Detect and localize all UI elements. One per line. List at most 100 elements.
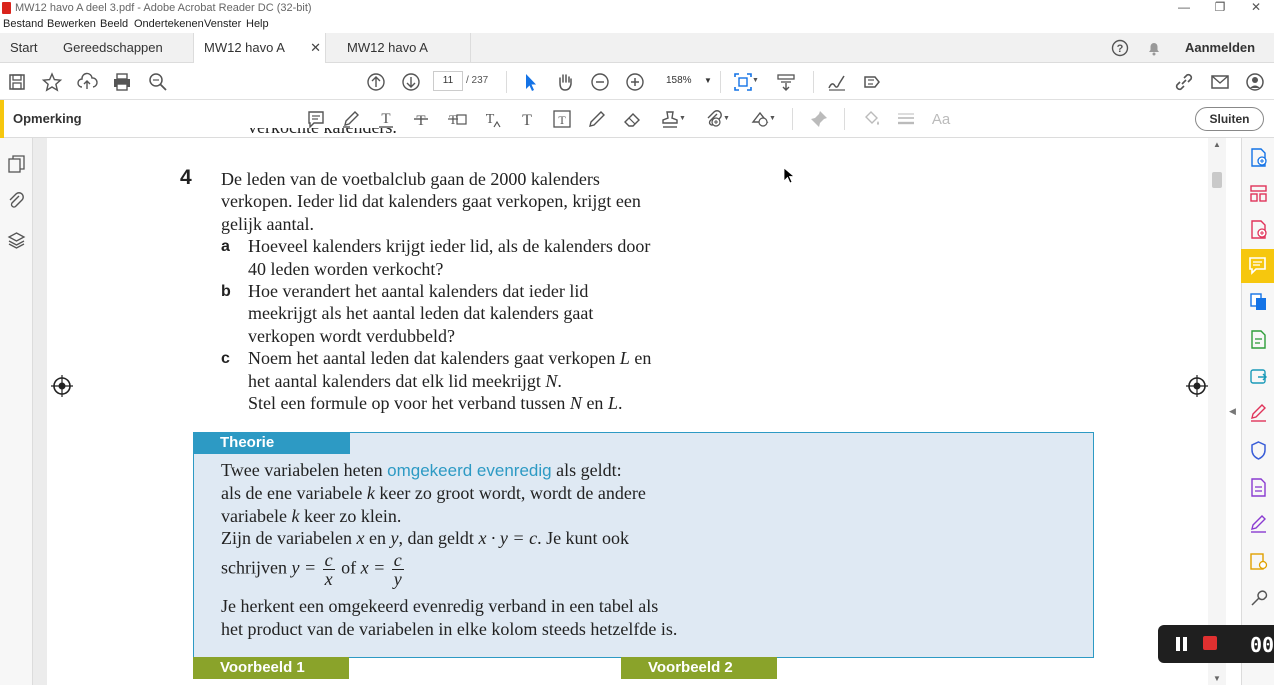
page-thumbnails-icon[interactable] [6,154,27,175]
email-icon[interactable] [1209,71,1231,93]
menu-bestand[interactable]: Bestand [3,18,43,30]
question-line: gelijk aantal. [221,214,314,234]
pause-icon[interactable] [1176,637,1188,651]
stop-icon[interactable] [1203,636,1217,650]
signature-icon[interactable] [1248,514,1269,535]
text-box-icon[interactable]: T [551,108,573,130]
close-tab-icon[interactable]: ✕ [310,33,321,63]
font-icon[interactable]: Aa [930,108,952,130]
hand-icon[interactable] [554,71,576,93]
upload-icon[interactable] [76,71,98,93]
stamp-icon[interactable] [659,108,681,130]
scroll-thumb[interactable] [1212,172,1222,188]
subquestion-letter-b: b [221,283,231,300]
comment-accent-bar [0,100,4,138]
save-icon[interactable] [6,71,28,93]
star-icon[interactable] [41,71,63,93]
restore-button[interactable]: ❐ [1202,0,1238,17]
signin-link[interactable]: Aanmelden [1185,40,1255,55]
tab-document-active[interactable]: MW12 havo A deel... ✕ [193,33,326,85]
menu-venster[interactable]: Venster [204,18,241,30]
page-up-icon[interactable] [365,71,387,93]
line-weight-icon[interactable] [895,108,917,130]
menu-beeld[interactable]: Beeld [100,18,128,30]
recorder-timer: 00 [1250,633,1274,657]
close-window-button[interactable]: ✕ [1238,0,1274,17]
account-icon[interactable] [1244,71,1266,93]
scroll-up-icon[interactable]: ▲ [1213,140,1221,149]
help-icon[interactable]: ? [1111,39,1129,57]
pdf-document-icon[interactable] [1248,477,1269,498]
select-cursor-icon[interactable] [519,71,541,93]
export-icon[interactable] [1248,366,1269,387]
pencil-icon[interactable] [586,108,608,130]
fill-sign-icon[interactable] [1248,403,1269,424]
crosshair-icon [1185,374,1209,398]
find-icon[interactable] [147,71,169,93]
svg-text:?: ? [1117,43,1124,55]
fraction: cy [391,550,404,589]
attach-icon[interactable] [703,108,725,130]
layers-icon[interactable] [6,230,27,251]
attachments-icon[interactable] [6,191,27,212]
read-aloud-icon[interactable] [861,71,883,93]
create-pdf-icon[interactable] [1248,147,1269,168]
zoom-dropdown[interactable]: 158% ▼ [658,71,714,91]
fit-page-icon[interactable] [732,71,754,93]
page-total: / 237 [466,75,489,86]
tab-tools[interactable]: Gereedschappen [53,33,173,63]
mouse-cursor-icon [783,167,796,185]
theory-line: Je herkent een omgekeerd evenredig verba… [221,596,659,616]
organize-pages-icon[interactable] [1248,183,1269,204]
zoom-in-icon[interactable] [624,71,646,93]
pin-icon[interactable] [808,108,830,130]
scroll-down-icon[interactable]: ▼ [1213,674,1221,683]
close-comment-button[interactable]: Sluiten [1195,107,1264,131]
vertical-scrollbar[interactable]: ▲ ▼ [1208,138,1226,685]
chevron-down-icon: ▼ [723,115,730,122]
more-tools-icon[interactable] [1248,588,1269,609]
collapse-right-icon[interactable]: ◀ [1229,406,1236,417]
highlight-icon[interactable] [340,108,362,130]
acrobat-icon [2,2,11,14]
bell-icon[interactable] [1145,39,1163,57]
subquestion-line: Hoe verandert het aantal kalenders dat i… [248,281,589,301]
edit-pdf-icon[interactable] [1248,329,1269,350]
eraser-icon[interactable] [621,108,643,130]
comment-tool-active[interactable] [1241,249,1274,283]
sign-icon[interactable] [826,71,848,93]
strikethrough-icon[interactable]: T [410,108,432,130]
page-down-icon[interactable] [400,71,422,93]
sticky-note-icon[interactable] [305,108,327,130]
subquestion-line: Hoeveel kalenders krijgt ieder lid, als … [248,236,651,256]
tab-document-2[interactable]: MW12 havo A deel... [337,33,471,85]
scroll-mode-icon[interactable] [775,71,797,93]
tab-start[interactable]: Start [0,33,47,63]
certificate-icon[interactable] [1248,551,1269,572]
share-link-icon[interactable] [1173,71,1195,93]
cut-off-line: verkochte kalenders. [248,128,397,138]
zoom-out-icon[interactable] [589,71,611,93]
fill-color-icon[interactable] [860,108,882,130]
question-number: 4 [180,166,192,189]
page-number-input[interactable]: 11 [433,71,463,91]
subquestion-line: meekrijgt als het aantal leden dat kalen… [248,303,594,323]
protect-icon[interactable] [1248,440,1269,461]
menu-ondertekenen[interactable]: Ondertekenen [134,18,204,30]
comment-toolbar: Opmerking T T T T T T ▼ ▼ ▼ Aa Sluiten [0,100,1274,138]
text-underline-icon[interactable]: T [375,108,397,130]
insert-text-icon[interactable]: T [481,108,503,130]
minimize-button[interactable]: — [1166,0,1202,17]
theory-line: variabele k keer zo klein. [221,506,402,526]
replace-text-icon[interactable]: T [446,108,468,130]
combine-files-icon[interactable] [1248,291,1269,312]
menu-help[interactable]: Help [246,18,269,30]
chevron-down-icon: ▼ [704,76,712,85]
shapes-icon[interactable] [749,108,771,130]
comment-toolbar-label: Opmerking [13,111,82,126]
print-icon[interactable] [111,71,133,93]
export-pdf-icon[interactable] [1248,219,1269,240]
tab-tools-label: Gereedschappen [63,40,163,55]
menu-bewerken[interactable]: Bewerken [47,18,96,30]
add-text-icon[interactable]: T [516,108,538,130]
